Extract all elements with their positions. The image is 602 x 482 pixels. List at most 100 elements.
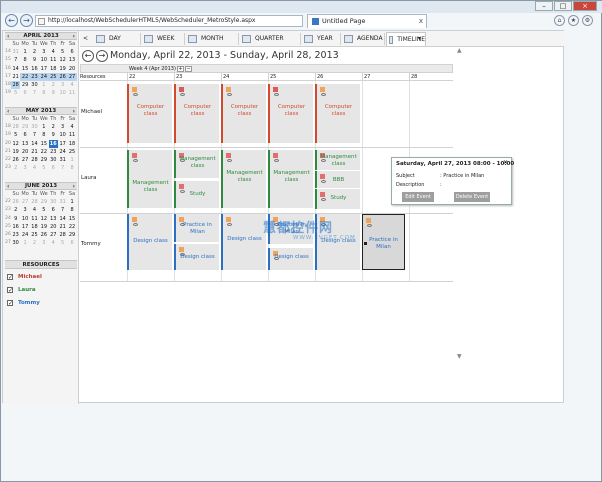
favorites-icon[interactable]: ★: [568, 15, 579, 26]
event-block[interactable]: Computer class: [315, 84, 360, 143]
calendar-day[interactable]: 5: [11, 89, 20, 97]
event-block[interactable]: Computer class: [174, 84, 219, 143]
calendar-day[interactable]: 30: [30, 123, 39, 131]
calendar-day[interactable]: 8: [39, 89, 48, 97]
calendar-day[interactable]: 19: [39, 223, 48, 231]
calendar-day[interactable]: 2: [30, 239, 39, 247]
month-prev-icon[interactable]: ‹: [7, 108, 9, 115]
prev-week-icon[interactable]: ←: [82, 50, 94, 62]
calendar-day[interactable]: 26: [11, 156, 20, 164]
calendar-day[interactable]: 6: [67, 48, 76, 56]
calendar-day[interactable]: 5: [39, 206, 48, 214]
zoom-out-button[interactable]: −: [185, 66, 192, 72]
event-block[interactable]: Practice in Milan: [174, 214, 219, 242]
calendar-day[interactable]: 17: [20, 223, 29, 231]
event-block[interactable]: Study: [174, 181, 219, 208]
calendar-day[interactable]: 1: [20, 239, 29, 247]
home-icon[interactable]: ⌂: [554, 15, 565, 26]
resource-checkbox[interactable]: ✓: [7, 300, 13, 307]
event-block[interactable]: Design class: [268, 248, 313, 270]
calendar-day[interactable]: 18: [30, 223, 39, 231]
calendar-day[interactable]: 26: [11, 198, 20, 206]
month-next-icon[interactable]: ›: [73, 183, 75, 190]
calendar-day[interactable]: 7: [30, 89, 39, 97]
calendar-day[interactable]: 24: [58, 148, 67, 156]
selected-event-handle[interactable]: [364, 242, 367, 245]
event-block[interactable]: Design class: [174, 244, 219, 270]
event-block[interactable]: Management class: [174, 150, 219, 178]
event-block[interactable]: Management class: [268, 150, 313, 208]
calendar-day[interactable]: 9: [30, 56, 39, 64]
calendar-day[interactable]: 6: [20, 131, 29, 139]
event-block[interactable]: Management class: [315, 150, 360, 170]
delete-event-button[interactable]: Delete Event: [454, 192, 490, 202]
forward-icon[interactable]: →: [20, 14, 33, 27]
calendar-day[interactable]: 19: [58, 65, 67, 73]
calendar-day[interactable]: 23: [49, 148, 58, 156]
calendar-day[interactable]: 28: [58, 231, 67, 239]
calendar-day[interactable]: 7: [58, 206, 67, 214]
calendar-day[interactable]: 12: [39, 215, 48, 223]
calendar-day[interactable]: 21: [30, 148, 39, 156]
scroll-down-icon[interactable]: ▼: [457, 353, 462, 360]
edit-event-button[interactable]: Edit Event: [402, 192, 434, 202]
event-block[interactable]: BBB: [315, 171, 360, 188]
calendar-day[interactable]: 27: [20, 198, 29, 206]
calendar-day[interactable]: 31: [58, 156, 67, 164]
calendar-day[interactable]: 27: [49, 231, 58, 239]
calendar-day[interactable]: 18: [67, 140, 76, 148]
calendar-day[interactable]: 26: [39, 231, 48, 239]
event-block[interactable]: Computer class: [127, 84, 172, 143]
calendar-day[interactable]: 19: [11, 148, 20, 156]
zoom-in-button[interactable]: +: [177, 66, 184, 72]
calendar-day[interactable]: 14: [58, 215, 67, 223]
calendar-day[interactable]: 10: [58, 89, 67, 97]
calendar-day[interactable]: 6: [49, 206, 58, 214]
calendar-day[interactable]: 16: [48, 139, 58, 148]
calendar-day[interactable]: 11: [67, 89, 76, 97]
event-block[interactable]: Computer class: [221, 84, 266, 143]
view-button-month[interactable]: MONTH: [186, 32, 238, 46]
calendar-day[interactable]: 31: [58, 198, 67, 206]
calendar-day[interactable]: 1: [67, 156, 76, 164]
calendar-day[interactable]: 23: [11, 231, 20, 239]
close-window-button[interactable]: ×: [573, 1, 597, 11]
calendar-day[interactable]: 27: [20, 156, 29, 164]
month-prev-icon[interactable]: ‹: [7, 183, 9, 190]
calendar-day[interactable]: 9: [49, 89, 58, 97]
calendar-day[interactable]: 31: [11, 48, 20, 56]
calendar-day[interactable]: 30: [49, 198, 58, 206]
calendar-day[interactable]: 15: [67, 215, 76, 223]
calendar-day[interactable]: 1: [39, 81, 48, 89]
calendar-day[interactable]: 30: [30, 81, 39, 89]
calendar-day[interactable]: 5: [11, 131, 20, 139]
calendar-day[interactable]: 21: [11, 73, 20, 81]
calendar-day[interactable]: 17: [39, 65, 48, 73]
calendar-day[interactable]: 1: [20, 48, 29, 56]
calendar-day[interactable]: 25: [67, 148, 76, 156]
calendar-day[interactable]: 14: [11, 65, 20, 73]
calendar-day[interactable]: 8: [67, 206, 76, 214]
resource-item[interactable]: ✓ Tommy: [7, 298, 40, 308]
calendar-day[interactable]: 28: [30, 198, 39, 206]
calendar-day[interactable]: 30: [11, 239, 20, 247]
calendar-day[interactable]: 8: [67, 164, 76, 172]
calendar-day[interactable]: 3: [20, 206, 29, 214]
calendar-day[interactable]: 24: [20, 231, 29, 239]
calendar-day[interactable]: 6: [20, 89, 29, 97]
calendar-day[interactable]: 28: [11, 123, 20, 131]
calendar-day[interactable]: 10: [20, 215, 29, 223]
calendar-day[interactable]: 4: [49, 239, 58, 247]
calendar-day[interactable]: 22: [39, 148, 48, 156]
resource-item[interactable]: ✓ Laura: [7, 285, 36, 295]
calendar-day[interactable]: 2: [11, 206, 20, 214]
browser-tab[interactable]: Untitled Page x: [307, 14, 427, 28]
calendar-day[interactable]: 2: [49, 123, 58, 131]
calendar-day[interactable]: 4: [30, 164, 39, 172]
resource-checkbox[interactable]: ✓: [7, 287, 13, 294]
view-button-quarter[interactable]: QUARTER: [240, 32, 300, 46]
calendar-day[interactable]: 5: [58, 239, 67, 247]
address-input[interactable]: http://localhost/WebSchedulerHTML5/WebSc…: [35, 15, 303, 27]
toolbar-prev-icon[interactable]: <: [81, 32, 91, 46]
calendar-day[interactable]: 29: [67, 231, 76, 239]
